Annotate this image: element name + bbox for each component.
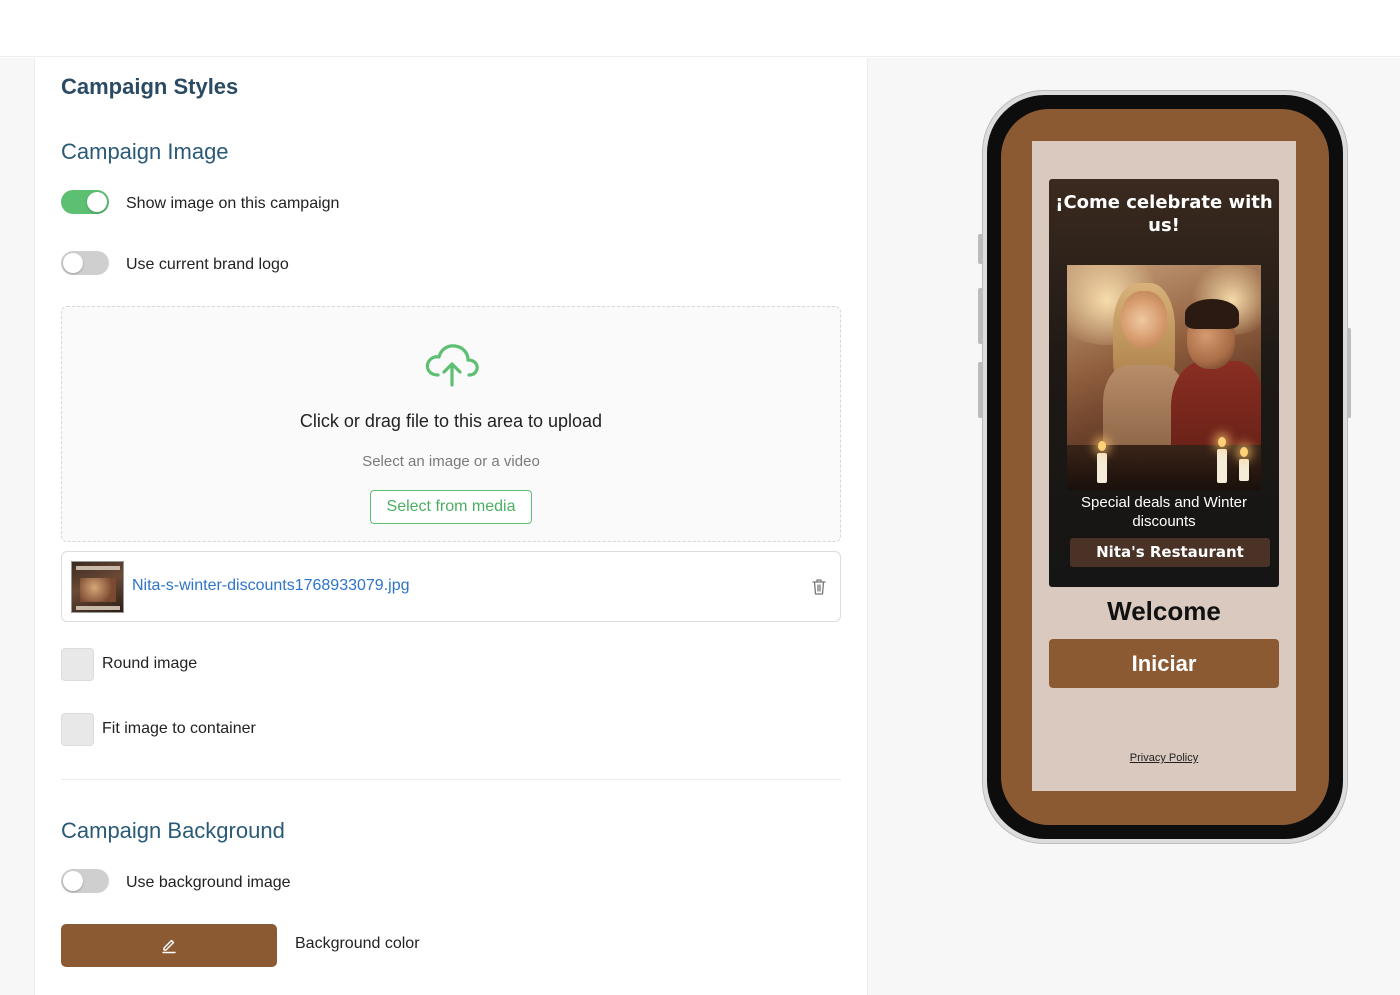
business-name-badge: Nita's Restaurant — [1070, 538, 1270, 567]
promo-subtitle: Special deals and Winter discounts — [1081, 494, 1247, 530]
select-from-media-button[interactable]: Select from media — [370, 490, 532, 524]
pencil-icon — [162, 939, 176, 953]
thumb-detail — [76, 566, 120, 570]
uploaded-file-item: Nita-s-winter-discounts1768933079.jpg — [61, 551, 841, 622]
upload-subtitle: Select an image or a video — [362, 453, 540, 470]
thumb-detail — [76, 606, 120, 610]
privacy-policy-link[interactable]: Privacy Policy — [1032, 752, 1296, 764]
brand-logo-toggle[interactable] — [61, 251, 109, 275]
trash-icon[interactable] — [811, 578, 827, 596]
fit-image-checkbox[interactable] — [61, 713, 94, 746]
background-color-swatch[interactable] — [61, 924, 277, 967]
cloud-upload-icon — [425, 344, 479, 387]
couple-photo — [1067, 265, 1261, 490]
round-image-checkbox[interactable] — [61, 648, 94, 681]
photo-detail — [1098, 441, 1106, 451]
background-image-label: Use background image — [126, 874, 291, 891]
thumb-detail — [80, 578, 116, 602]
toggle-knob — [87, 192, 107, 212]
section-divider — [61, 779, 841, 780]
photo-detail — [1097, 453, 1107, 483]
left-gutter — [0, 58, 35, 995]
top-bar — [0, 0, 1400, 57]
background-color-label: Background color — [295, 935, 420, 952]
photo-detail — [1185, 299, 1239, 329]
photo-detail — [1240, 447, 1248, 457]
upload-dropzone[interactable]: Click or drag file to this area to uploa… — [61, 306, 841, 542]
round-image-label: Round image — [102, 655, 198, 672]
page-title: Campaign Styles — [61, 74, 239, 99]
toggle-knob — [63, 871, 83, 891]
welcome-heading: Welcome — [1107, 596, 1221, 626]
photo-detail — [1217, 449, 1227, 483]
upload-title: Click or drag file to this area to uploa… — [299, 411, 603, 431]
campaign-image-heading: Campaign Image — [61, 139, 229, 164]
file-thumbnail — [71, 561, 124, 613]
toggle-knob — [63, 253, 83, 273]
show-image-label: Show image on this campaign — [126, 195, 340, 212]
start-button[interactable]: Iniciar — [1049, 639, 1279, 688]
background-image-toggle[interactable] — [61, 869, 109, 893]
photo-detail — [1239, 459, 1249, 481]
promo-title: ¡Come celebrate with us! — [1055, 192, 1273, 236]
promo-image: ¡Come celebrate with us! Special deals a… — [1049, 179, 1279, 587]
photo-detail — [1121, 291, 1167, 349]
campaign-background-heading: Campaign Background — [61, 818, 285, 843]
fit-image-label: Fit image to container — [102, 720, 256, 737]
brand-logo-label: Use current brand logo — [126, 256, 289, 273]
photo-detail — [1218, 437, 1226, 447]
show-image-toggle[interactable] — [61, 190, 109, 214]
file-name-link[interactable]: Nita-s-winter-discounts1768933079.jpg — [132, 577, 410, 595]
